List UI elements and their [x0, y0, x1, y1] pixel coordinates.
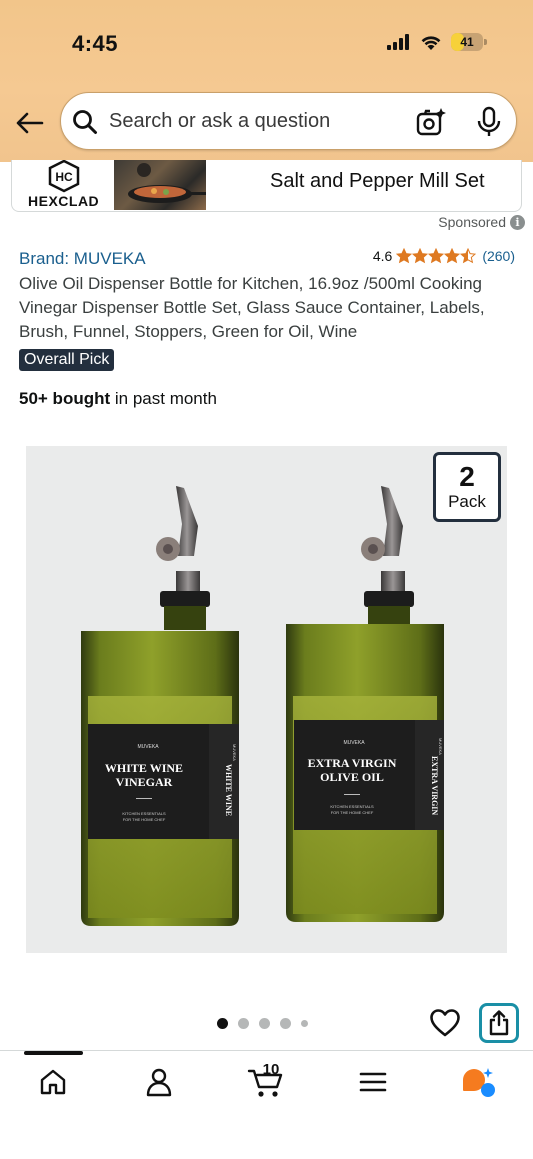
svg-text:MUVEKA: MUVEKA [343, 740, 365, 746]
product-image[interactable]: MUVEKA WHITE WINE VINEGAR KITCHEN ESSENT… [26, 446, 507, 953]
star-rating [396, 248, 477, 264]
image-carousel-dots [217, 1018, 308, 1029]
star-icon [412, 248, 429, 264]
svg-text:EXTRA VIRGIN: EXTRA VIRGIN [308, 756, 397, 770]
nav-ai-assistant[interactable] [458, 1064, 498, 1100]
carousel-dot[interactable] [259, 1018, 270, 1029]
hexclad-logo: HC HEXCLAD [26, 160, 102, 210]
search-icon [73, 110, 97, 134]
heart-outline-icon[interactable] [429, 1008, 461, 1038]
status-time: 4:45 [72, 31, 119, 56]
svg-text:VINEGAR: VINEGAR [116, 775, 173, 789]
svg-text:KITCHEN ESSENTIALS: KITCHEN ESSENTIALS [330, 804, 374, 809]
search-input[interactable] [109, 106, 399, 136]
search-bar[interactable] [60, 92, 517, 150]
product-title[interactable]: Olive Oil Dispenser Bottle for Kitchen, … [19, 272, 519, 344]
menu-icon [359, 1072, 387, 1092]
svg-text:MUVEKA: MUVEKA [137, 744, 159, 750]
signal-icon [387, 34, 409, 50]
pack-badge: 2 Pack [433, 452, 501, 522]
rating-row[interactable]: 4.6 (260) [373, 248, 515, 264]
banner-logo-text: HEXCLAD [28, 193, 100, 209]
share-button[interactable] [479, 1003, 519, 1043]
svg-text:FOR THE HOME CHEF: FOR THE HOME CHEF [331, 810, 374, 815]
battery-level: 41 [460, 35, 474, 49]
nav-cart[interactable]: 10 [246, 1061, 286, 1100]
nav-home[interactable] [33, 1064, 73, 1100]
star-icon [460, 248, 477, 264]
banner-product-photo [114, 160, 206, 210]
sponsored-banner[interactable]: HC HEXCLAD Salt and Pepper Mill Set [11, 160, 522, 212]
overall-pick-badge: Overall Pick [19, 349, 115, 371]
sponsored-label[interactable]: Sponsored i [438, 214, 525, 230]
banner-title: Salt and Pepper Mill Set [270, 170, 485, 192]
bought-in-past-month: 50+ bought in past month [19, 389, 217, 408]
svg-text:KITCHEN ESSENTIALS: KITCHEN ESSENTIALS [122, 811, 166, 816]
share-icon [489, 1010, 509, 1036]
person-icon [146, 1068, 172, 1097]
svg-text:MUVEKA: MUVEKA [232, 744, 237, 761]
pack-label: Pack [448, 492, 486, 511]
wifi-icon [421, 35, 441, 50]
camera-sparkle-icon[interactable] [416, 106, 448, 138]
bottles-illustration: MUVEKA WHITE WINE VINEGAR KITCHEN ESSENT… [26, 446, 507, 953]
brand-link[interactable]: Brand: MUVEKA [19, 249, 146, 269]
back-button[interactable] [14, 109, 46, 137]
carousel-dot[interactable] [301, 1020, 308, 1027]
svg-text:FOR THE HOME CHEF: FOR THE HOME CHEF [123, 817, 166, 822]
microphone-icon[interactable] [475, 106, 503, 138]
svg-text:WHITE WINE: WHITE WINE [224, 764, 233, 816]
carousel-dot[interactable] [280, 1018, 291, 1029]
info-icon: i [510, 214, 525, 230]
pack-number: 2 [459, 461, 475, 492]
carousel-dot[interactable] [238, 1018, 249, 1029]
nav-account[interactable] [139, 1064, 179, 1100]
rating-value: 4.6 [372, 248, 393, 264]
ai-assistant-icon [463, 1068, 495, 1097]
svg-text:OLIVE OIL: OLIVE OIL [320, 770, 384, 784]
svg-text:HC: HC [55, 170, 73, 184]
battery-indicator: 41 [451, 33, 487, 51]
star-icon [396, 248, 413, 264]
svg-text:MUVEKA: MUVEKA [438, 738, 443, 755]
svg-text:WHITE WINE: WHITE WINE [105, 761, 183, 775]
star-icon [428, 248, 445, 264]
hexclad-hex-icon: HC [48, 160, 80, 193]
svg-text:EXTRA VIRGIN: EXTRA VIRGIN [430, 756, 439, 815]
cart-count: 10 [262, 1061, 280, 1078]
home-icon [40, 1069, 66, 1095]
review-count[interactable]: (260) [482, 248, 515, 264]
nav-menu[interactable] [353, 1064, 393, 1100]
star-icon [444, 248, 461, 264]
carousel-dot[interactable] [217, 1018, 228, 1029]
app-header: 4:45 41 [0, 0, 533, 162]
status-icons: 41 [387, 33, 487, 51]
arrow-left-icon [16, 112, 44, 134]
active-tab-indicator [24, 1051, 83, 1055]
